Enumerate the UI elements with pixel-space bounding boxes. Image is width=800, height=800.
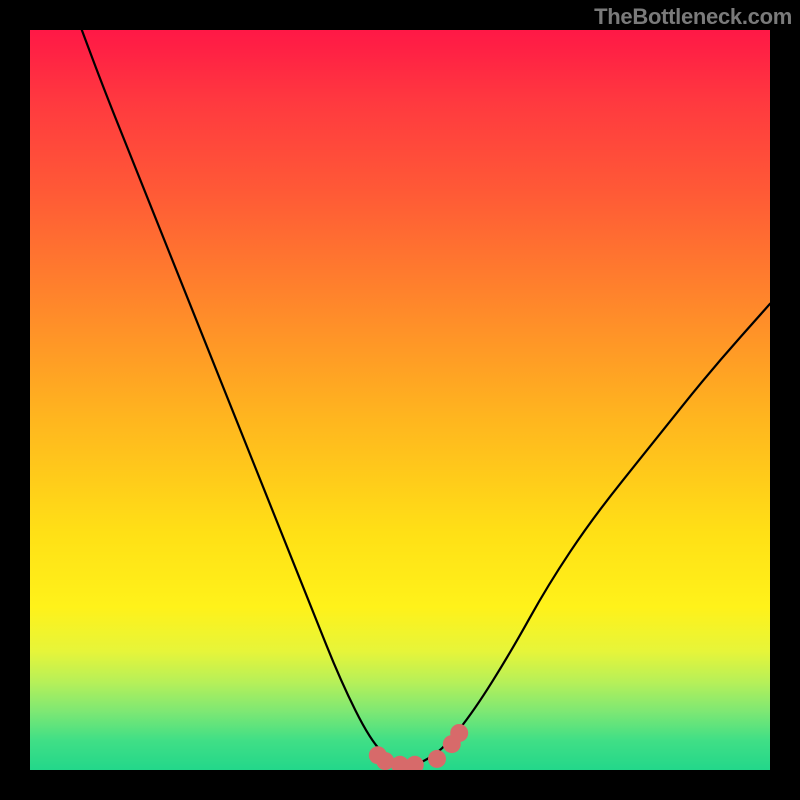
trough-marker — [450, 724, 468, 742]
gradient-plot-area — [30, 30, 770, 770]
watermark-label: TheBottleneck.com — [594, 4, 792, 30]
bottleneck-curve-svg — [30, 30, 770, 770]
trough-marker — [428, 750, 446, 768]
chart-frame: TheBottleneck.com — [0, 0, 800, 800]
trough-marker-group — [369, 724, 468, 770]
bottleneck-curve-line — [82, 30, 770, 765]
trough-marker — [406, 756, 424, 770]
